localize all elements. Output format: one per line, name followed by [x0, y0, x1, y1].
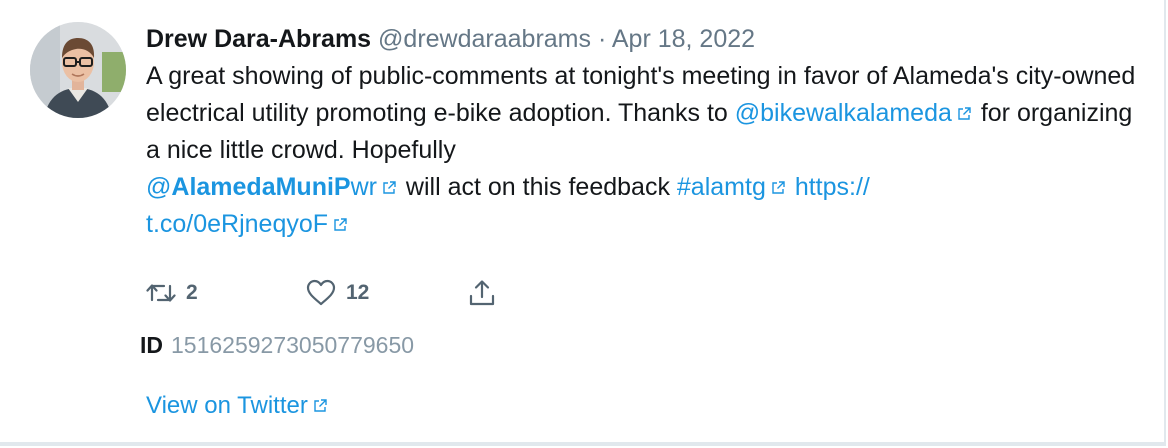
retweet-count: 2 — [186, 281, 198, 304]
avatar[interactable] — [30, 22, 126, 118]
tweet-url-part-2[interactable]: t.co/0eRjneqyoF — [146, 210, 328, 238]
retweet-button[interactable]: 2 — [146, 276, 198, 310]
tweet-date[interactable]: Apr 18, 2022 — [612, 25, 755, 53]
hashtag-alamtg[interactable]: #alamtg — [677, 173, 766, 201]
tweet-text: A great showing of public-comments at to… — [146, 58, 1146, 243]
tweet-url-part-1[interactable]: https:// — [795, 173, 870, 201]
external-link-icon — [772, 181, 785, 194]
external-link-icon — [383, 181, 396, 194]
like-count: 12 — [346, 281, 370, 304]
tweet-id-row: ID 1516259273050779650 — [140, 332, 414, 359]
view-on-twitter-link[interactable]: View on Twitter — [146, 392, 330, 420]
heart-icon — [306, 279, 336, 306]
tweet-actions: 2 12 — [146, 276, 546, 310]
tweet-card: Drew Dara-Abrams @drewdaraabrams · Apr 1… — [0, 0, 1166, 446]
mention-2-at: @ — [146, 173, 172, 201]
tweet-header: Drew Dara-Abrams @drewdaraabrams · Apr 1… — [146, 20, 1146, 58]
share-button[interactable] — [468, 276, 496, 310]
author-name[interactable]: Drew Dara-Abrams — [146, 25, 371, 53]
tweet-content: Drew Dara-Abrams @drewdaraabrams · Apr 1… — [146, 20, 1146, 243]
mention-alamedamunipwr[interactable]: @AlamedaMuniPwr — [146, 173, 377, 201]
retweet-icon — [146, 284, 176, 302]
external-link-icon — [334, 218, 347, 231]
tweet-text-part-3: will act on this feedback — [398, 173, 677, 201]
header-separator: · — [597, 25, 607, 53]
author-handle[interactable]: @drewdaraabrams — [378, 25, 591, 53]
mention-bikewalkalameda[interactable]: @bikewalkalameda — [735, 99, 952, 127]
external-link-icon — [314, 399, 327, 412]
tweet-id-value: 1516259273050779650 — [171, 332, 415, 358]
mention-2-rest: wr — [350, 173, 377, 201]
avatar-photo — [30, 22, 126, 118]
external-link-icon — [958, 107, 971, 120]
view-on-twitter-label: View on Twitter — [146, 392, 308, 419]
share-icon — [469, 280, 495, 306]
mention-2-bold: AlamedaMuniP — [171, 173, 351, 201]
tweet-id-label: ID — [140, 332, 163, 358]
like-button[interactable]: 12 — [306, 276, 369, 310]
